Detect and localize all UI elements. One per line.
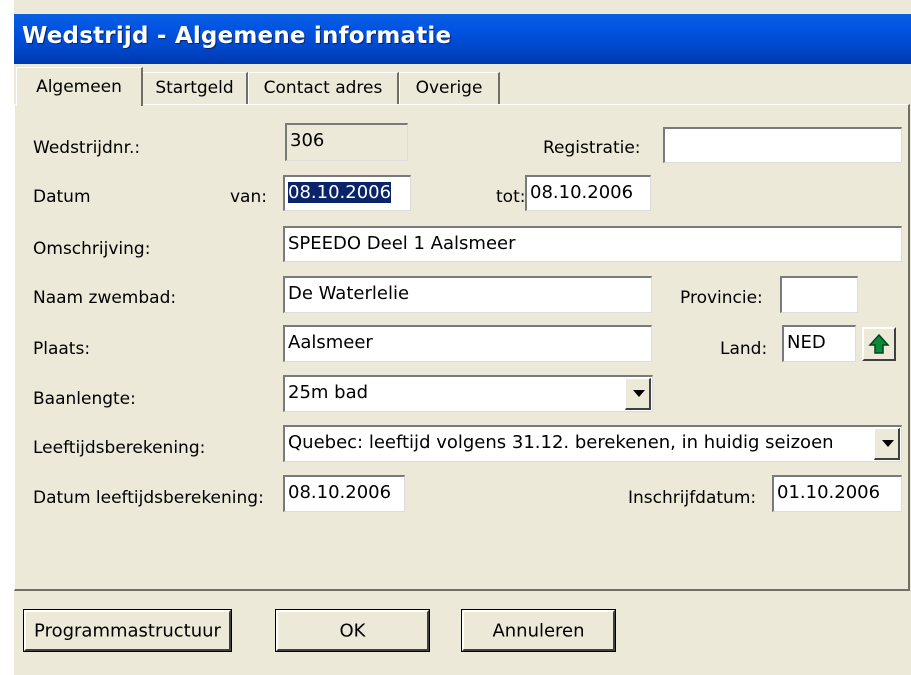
leeftijdsberekening-label: Leeftijdsberekening:: [33, 438, 206, 458]
left-edge: [0, 0, 14, 675]
datum-tot-input[interactable]: 08.10.2006: [525, 175, 651, 211]
land-label: Land:: [720, 339, 768, 359]
tab-label: Startgeld: [155, 78, 234, 98]
plaats-label: Plaats:: [33, 339, 91, 359]
baanlengte-select[interactable]: 25m bad: [283, 375, 653, 412]
green-up-arrow-icon: [868, 333, 890, 354]
land-lookup-button[interactable]: [862, 327, 896, 361]
land-input[interactable]: NED: [782, 325, 856, 362]
datum-van-selected-text: 08.10.2006: [288, 182, 392, 203]
button-bar: Programmastructuur OK Annuleren: [14, 589, 911, 675]
ok-button[interactable]: OK: [275, 609, 430, 652]
tab-startgeld[interactable]: Startgeld: [142, 72, 248, 105]
provincie-input[interactable]: [780, 276, 858, 313]
chevron-down-icon[interactable]: [874, 428, 900, 460]
tab-label: Algemeen: [36, 77, 122, 97]
omschrijving-label: Omschrijving:: [33, 239, 151, 259]
annuleren-button[interactable]: Annuleren: [461, 609, 616, 652]
tab-contact-adres[interactable]: Contact adres: [248, 72, 399, 105]
dialog-window: Wedstrijd - Algemene informatie Algemeen…: [0, 0, 911, 675]
tot-label: tot:: [496, 187, 526, 207]
provincie-label: Provincie:: [680, 288, 763, 308]
datum-leeftijdsberekening-input[interactable]: 08.10.2006: [283, 475, 405, 512]
programmastructuur-button[interactable]: Programmastructuur: [23, 609, 232, 652]
tab-panel: Wedstrijdnr.: 306 Registratie: Datum van…: [14, 104, 910, 591]
button-label: Annuleren: [492, 620, 585, 641]
button-label: OK: [339, 620, 366, 641]
chevron-down-icon[interactable]: [625, 378, 651, 410]
registratie-input[interactable]: [663, 127, 902, 163]
registratie-label: Registratie:: [543, 138, 641, 158]
naam-zwembad-input[interactable]: De Waterlelie: [283, 276, 652, 313]
inschrijfdatum-label: Inschrijfdatum:: [628, 488, 757, 508]
inschrijfdatum-input[interactable]: 01.10.2006: [772, 475, 902, 512]
plaats-input[interactable]: Aalsmeer: [283, 325, 652, 362]
tab-overige[interactable]: Overige: [399, 72, 500, 105]
button-label: Programmastructuur: [34, 620, 221, 641]
datum-leeftijdsberekening-label: Datum leeftijdsberekening:: [33, 488, 264, 508]
van-label: van:: [230, 187, 267, 207]
baanlengte-value: 25m bad: [288, 382, 369, 403]
wedstrijdnr-field: 306: [285, 123, 408, 161]
tab-algemeen[interactable]: Algemeen: [16, 67, 143, 106]
omschrijving-input[interactable]: SPEEDO Deel 1 Aalsmeer: [283, 226, 902, 262]
window-title: Wedstrijd - Algemene informatie: [22, 23, 452, 49]
datum-van-input[interactable]: 08.10.2006: [283, 175, 411, 211]
datum-label: Datum: [33, 187, 91, 207]
tab-strip: Algemeen Startgeld Contact adres Overige: [14, 64, 911, 106]
wedstrijdnr-label: Wedstrijdnr.:: [33, 138, 141, 158]
leeftijdsberekening-value: Quebec: leeftijd volgens 31.12. berekene…: [288, 432, 834, 453]
tab-label: Contact adres: [263, 78, 383, 98]
tab-label: Overige: [415, 78, 483, 98]
leeftijdsberekening-select[interactable]: Quebec: leeftijd volgens 31.12. berekene…: [283, 425, 902, 462]
baanlengte-label: Baanlengte:: [33, 389, 136, 409]
naam-zwembad-label: Naam zwembad:: [33, 288, 177, 308]
title-bar[interactable]: Wedstrijd - Algemene informatie: [14, 14, 911, 64]
